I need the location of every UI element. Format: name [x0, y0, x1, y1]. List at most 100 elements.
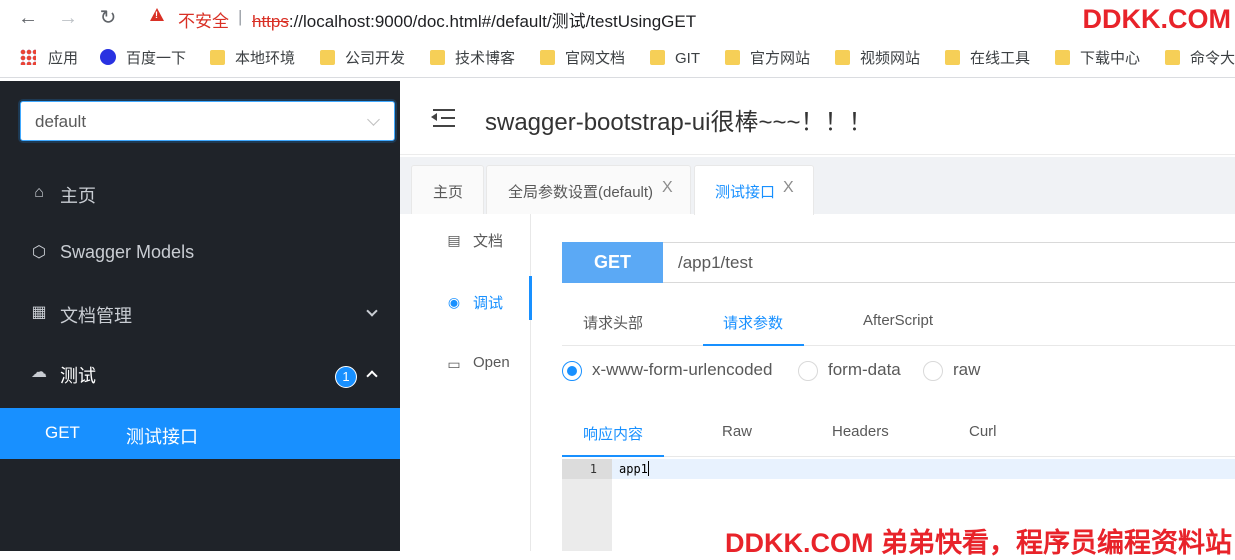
insecure-label[interactable]: 不安全: [178, 7, 229, 32]
folder-icon: [725, 50, 740, 65]
folder-icon: [210, 50, 225, 65]
bookmark-folder[interactable]: 视频网站: [835, 49, 920, 69]
home-icon: ⌂: [34, 184, 44, 201]
sidebar-item-swagger-models[interactable]: ⬡ Swagger Models: [0, 224, 400, 284]
bookmark-folder[interactable]: 官方网站: [725, 49, 810, 69]
sub-item-method: GET: [45, 423, 80, 442]
page-title: swagger-bootstrap-ui很棒~~~！！！: [485, 109, 873, 136]
side-tab-open[interactable]: ▭ Open: [400, 338, 531, 400]
side-tab-debug[interactable]: ◉ 调试: [400, 276, 532, 338]
radio-label: x-www-form-urlencoded: [592, 360, 773, 379]
chevron-down-icon: [366, 305, 378, 317]
text-caret: [647, 461, 649, 476]
request-path-input[interactable]: /app1/test: [678, 253, 753, 273]
bookmark-baidu[interactable]: 百度一下: [100, 49, 186, 69]
folder-icon: [835, 50, 850, 65]
sidebar-item-label: 测试: [60, 366, 96, 386]
tab-strip: 主页 全局参数设置(default) X 测试接口 X: [400, 157, 1235, 215]
request-url-bar: GET /app1/test: [562, 242, 1235, 283]
file-icon: ▭: [447, 356, 461, 372]
reload-icon[interactable]: ↻: [96, 6, 120, 30]
sidebar-subitem-test-api[interactable]: GET 测试接口: [0, 408, 400, 459]
chevron-up-icon: [366, 370, 378, 382]
bookmark-folder[interactable]: 公司开发: [320, 49, 405, 69]
tab-response-content[interactable]: 响应内容: [561, 423, 665, 457]
tab-response-curl[interactable]: Curl: [969, 423, 997, 440]
sidebar: default ⌂ 主页 ⬡ Swagger Models ▦ 文档管理 ☁ 测…: [0, 81, 400, 551]
bookmark-folder[interactable]: GIT: [650, 49, 700, 69]
radio-circle: [562, 361, 582, 381]
bookmark-folder[interactable]: 命令大: [1165, 49, 1235, 69]
folder-icon: [1165, 50, 1180, 65]
folder-icon: [650, 50, 665, 65]
radio-circle: [923, 361, 943, 381]
content-type-radios: x-www-form-urlencoded form-data raw: [562, 359, 1235, 385]
sidebar-item-label: 主页: [60, 186, 96, 206]
tab-label: 全局参数设置(default): [508, 184, 654, 201]
bookmark-folder[interactable]: 下载中心: [1055, 49, 1140, 69]
sidebar-item-home[interactable]: ⌂ 主页: [0, 164, 400, 224]
watermark-bottom: DDKK.COM 弟弟快看，程序员编程资料站: [725, 528, 1232, 558]
folder-icon: [1055, 50, 1070, 65]
doc-settings-icon: ▦: [31, 304, 47, 321]
sidebar-item-label: 文档管理: [60, 306, 132, 326]
group-select-value: default: [35, 112, 87, 131]
document-icon: ▤: [447, 232, 461, 248]
response-tabs: 响应内容 Raw Headers Curl: [561, 411, 1235, 457]
browser-address-row: ← → ↻ ! 不安全 | https://localhost:9000/doc…: [0, 0, 1235, 36]
side-tab-label: 调试: [473, 295, 504, 312]
sub-item-name: 测试接口: [126, 427, 198, 447]
bookmark-folder[interactable]: 技术博客: [430, 49, 515, 69]
radio-label: raw: [953, 360, 981, 379]
bookmark-apps[interactable]: 应用: [20, 49, 78, 69]
folder-icon: [320, 50, 335, 65]
radio-label: form-data: [828, 360, 901, 379]
bookmark-folder[interactable]: 在线工具: [945, 49, 1030, 69]
side-tab-label: Open: [473, 354, 510, 371]
line-number: 1: [562, 459, 612, 479]
tab-request-params[interactable]: 请求参数: [702, 312, 805, 346]
close-icon[interactable]: X: [662, 179, 673, 197]
sidebar-item-label: Swagger Models: [60, 242, 195, 262]
main-content: swagger-bootstrap-ui很棒~~~！！！ 主页 全局参数设置(d…: [400, 81, 1235, 558]
request-tabs: 请求头部 请求参数 AfterScript: [562, 299, 1235, 346]
radio-circle: [798, 361, 818, 381]
menu-fold-icon[interactable]: [431, 108, 455, 128]
side-tab-docs[interactable]: ▤ 文档: [400, 214, 531, 276]
cube-icon: ⬡: [32, 244, 46, 261]
header: swagger-bootstrap-ui很棒~~~！！！: [400, 81, 1235, 155]
address-separator: |: [238, 7, 243, 26]
baidu-icon: [100, 49, 116, 65]
watermark-top: DDKK.COM: [1082, 4, 1232, 34]
tab-response-raw[interactable]: Raw: [722, 423, 752, 440]
address-bar[interactable]: https://localhost:9000/doc.html#/default…: [252, 7, 696, 32]
url-scheme: https: [252, 12, 289, 31]
folder-icon: [430, 50, 445, 65]
bookmarks-bar: 应用 百度一下 本地环境 公司开发 技术博客 官网文档 GIT 官方网站 视频网…: [0, 40, 1235, 78]
tab-test-api[interactable]: 测试接口 X: [694, 165, 814, 215]
forward-icon[interactable]: →: [56, 6, 80, 30]
tab-response-headers[interactable]: Headers: [832, 423, 889, 440]
sidebar-item-doc-management[interactable]: ▦ 文档管理: [0, 284, 400, 344]
group-select[interactable]: default: [20, 101, 395, 141]
url-rest: ://localhost:9000/doc.html#/default/测试/t…: [288, 12, 697, 31]
chevron-down-icon: [367, 113, 380, 126]
response-code: app1: [619, 461, 649, 476]
method-button[interactable]: GET: [562, 242, 663, 283]
back-icon[interactable]: ←: [16, 6, 40, 30]
count-badge: 1: [335, 366, 357, 388]
bookmark-folder[interactable]: 官网文档: [540, 49, 625, 69]
tab-home[interactable]: 主页: [411, 165, 484, 214]
tab-label: 主页: [433, 184, 464, 201]
apps-grid-icon: [20, 49, 36, 65]
tab-afterscript[interactable]: AfterScript: [863, 312, 933, 329]
bookmark-folder[interactable]: 本地环境: [210, 49, 295, 69]
side-tabs: ▤ 文档 ◉ 调试 ▭ Open: [400, 214, 532, 551]
close-icon[interactable]: X: [783, 179, 794, 197]
tab-request-headers[interactable]: 请求头部: [583, 312, 643, 333]
folder-icon: [945, 50, 960, 65]
cloud-icon: ☁: [31, 364, 47, 381]
bug-icon: ◉: [447, 294, 461, 310]
sidebar-item-test[interactable]: ☁ 测试 1: [0, 344, 400, 404]
tab-global-params[interactable]: 全局参数设置(default) X: [486, 165, 691, 214]
